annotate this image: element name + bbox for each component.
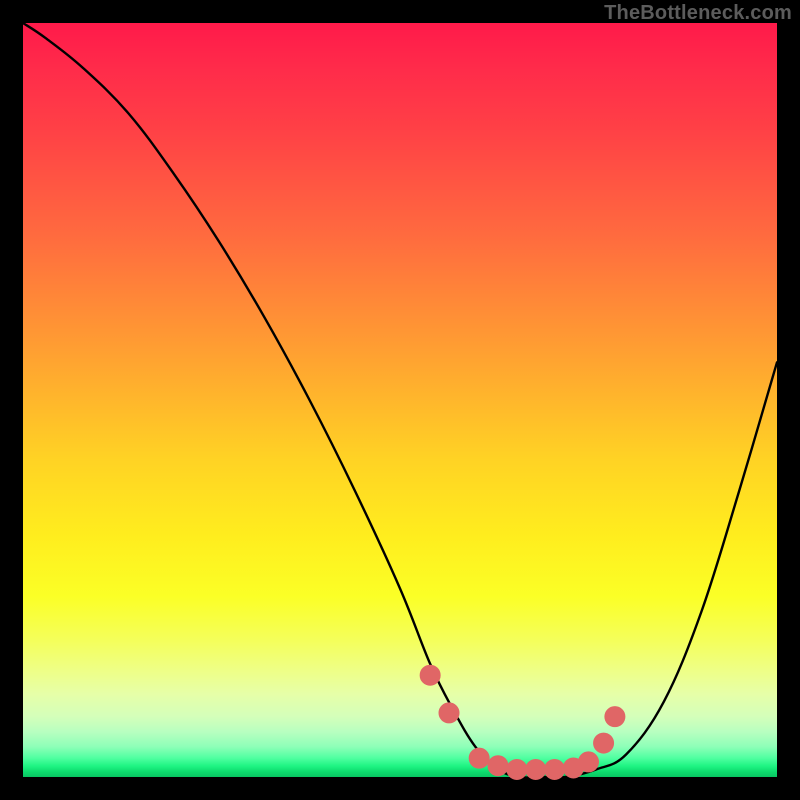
optimal-marker	[507, 759, 527, 779]
optimal-marker	[594, 733, 614, 753]
chart-svg	[23, 23, 777, 777]
optimal-marker	[469, 748, 489, 768]
optimal-marker	[488, 756, 508, 776]
optimal-marker	[526, 759, 546, 779]
optimal-marker	[579, 752, 599, 772]
optimal-marker	[545, 759, 565, 779]
optimal-marker	[439, 703, 459, 723]
optimal-marker	[420, 665, 440, 685]
chart-frame: TheBottleneck.com	[0, 0, 800, 800]
optimal-range-markers	[420, 665, 625, 779]
plot-area	[23, 23, 777, 777]
watermark-text: TheBottleneck.com	[604, 2, 792, 25]
optimal-marker	[605, 707, 625, 727]
bottleneck-curve	[23, 23, 777, 778]
